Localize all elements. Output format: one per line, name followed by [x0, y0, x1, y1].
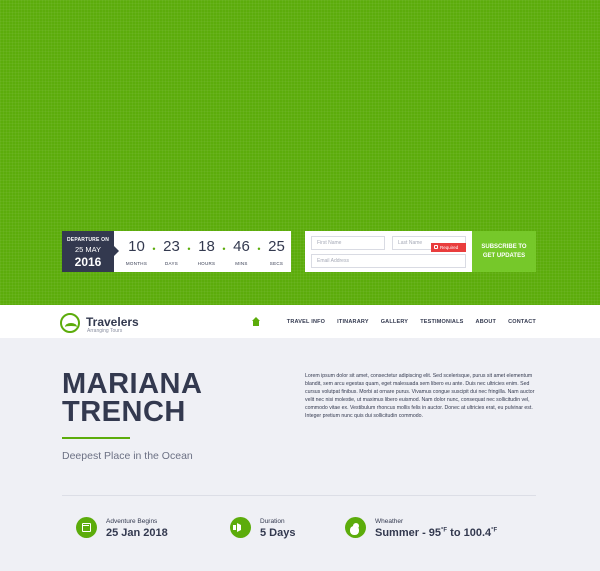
cloud-icon — [345, 517, 366, 538]
countdown-widget: DEPARTURE ON 25 MAY 2016 10 MONTHS • 23 … — [62, 231, 291, 272]
departure-year: 2016 — [74, 255, 102, 269]
countdown-days: 23 DAYS — [157, 238, 186, 266]
subscribe-button[interactable]: SUBSCRIBE TO GET UPDATES — [472, 231, 536, 272]
nav-gallery[interactable]: GALLERY — [381, 319, 408, 325]
countdown-label: SECS — [269, 261, 284, 266]
countdown-value: 25 — [268, 238, 285, 255]
countdown-secs: 25 SECS — [262, 238, 291, 266]
departure-box: DEPARTURE ON 25 MAY 2016 — [62, 231, 119, 272]
countdown-months: 10 MONTHS — [122, 238, 151, 266]
countdown-value: 46 — [233, 238, 250, 255]
nav-testimonials[interactable]: TESTIMONIALS — [420, 319, 463, 325]
fact-label: Adventure Begins — [106, 518, 158, 525]
fact-label: Duration — [260, 518, 285, 525]
calendar-icon — [76, 517, 97, 538]
page-title: MARIANA TRENCH — [62, 368, 203, 428]
nav-menu: TRAVEL INFO ITINARARY GALLERY TESTIMONIA… — [251, 305, 536, 338]
fact-value: 25 Jan 2018 — [106, 527, 168, 539]
countdown-value: 23 — [163, 238, 180, 255]
title-line-1: MARIANA — [62, 368, 203, 400]
navbar: Travelers Arranging Tours TRAVEL INFO IT… — [0, 305, 600, 338]
thumbs-down-icon — [434, 245, 438, 249]
subscribe-button-line2: GET UPDATES — [482, 253, 526, 259]
countdown-mins: 46 MINS — [227, 238, 256, 266]
nav-about[interactable]: ABOUT — [476, 319, 497, 325]
title-underline — [62, 437, 130, 439]
countdown-units: 10 MONTHS • 23 DAYS • 18 HOURS • 46 MINS… — [114, 231, 291, 272]
trip-facts: Adventure Begins 25 Jan 2018 Duration 5 … — [0, 515, 600, 545]
subscribe-form: First Name Last Name Required Email Addr… — [305, 231, 536, 272]
email-input[interactable]: Email Address — [311, 254, 466, 268]
divider — [62, 495, 536, 496]
nav-itinerary[interactable]: ITINARARY — [337, 319, 369, 325]
required-label: Required — [440, 245, 459, 250]
description-text: Lorem ipsum dolor sit amet, consectetur … — [305, 373, 535, 419]
departure-day: 25 MAY — [74, 245, 102, 254]
brand-name: Travelers — [86, 315, 139, 329]
weather-high: to 100.4 — [447, 527, 492, 539]
fact-value: Summer - 95°F to 100.4°F — [375, 527, 497, 539]
weather-low: Summer - 95 — [375, 527, 442, 539]
nav-travel-info[interactable]: TRAVEL INFO — [287, 319, 325, 325]
logo-icon — [60, 313, 80, 333]
countdown-label: MONTHS — [125, 261, 148, 266]
fact-label: Wheather — [375, 518, 404, 525]
countdown-label: HOURS — [197, 261, 216, 266]
first-name-input[interactable]: First Name — [311, 236, 385, 250]
subscribe-button-line1: SUBSCRIBE TO — [481, 244, 527, 250]
brand-tagline: Arranging Tours — [87, 328, 123, 334]
home-icon[interactable] — [251, 317, 261, 326]
weather-unit: °F — [491, 527, 498, 534]
page-subtitle: Deepest Place in the Ocean — [62, 450, 193, 462]
departure-label: DEPARTURE ON — [66, 237, 110, 243]
countdown-value: 10 — [128, 238, 145, 255]
countdown-label: MINS — [235, 261, 248, 266]
fact-value: 5 Days — [260, 527, 296, 539]
title-line-2: TRENCH — [62, 396, 186, 428]
countdown-value: 18 — [198, 238, 215, 255]
countdown-hours: 18 HOURS — [192, 238, 221, 266]
megaphone-icon — [230, 517, 251, 538]
nav-contact[interactable]: CONTACT — [508, 319, 536, 325]
countdown-label: DAYS — [164, 261, 179, 266]
required-badge: Required — [431, 243, 466, 252]
